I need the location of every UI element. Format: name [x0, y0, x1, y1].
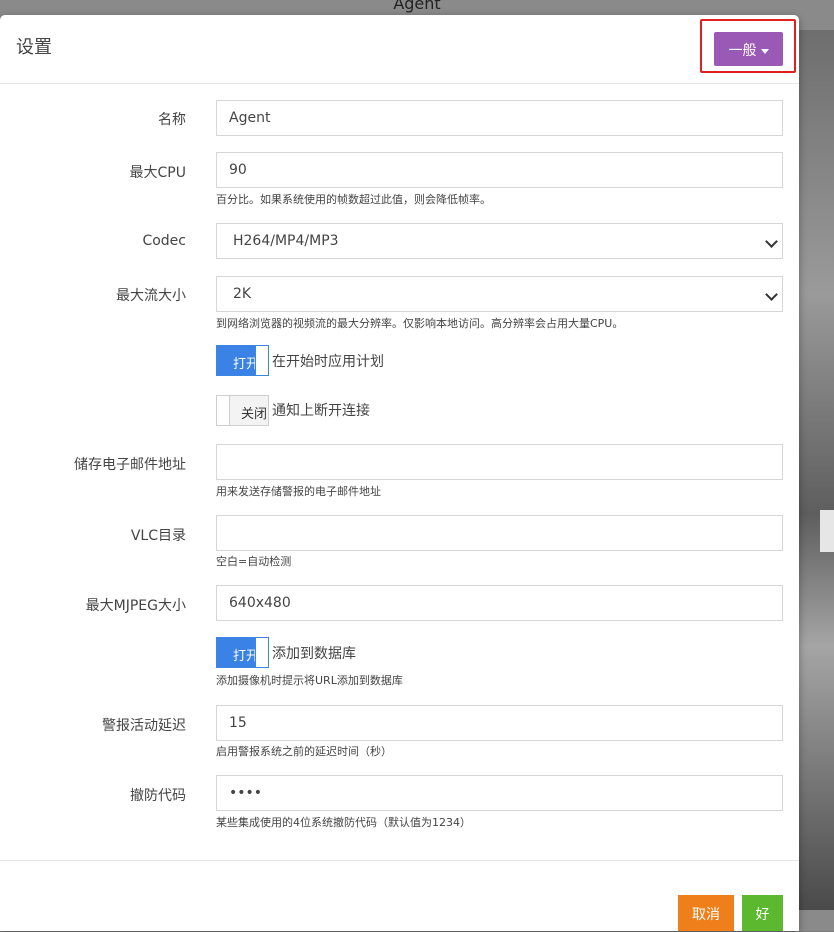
max-cpu-label: 最大CPU — [129, 165, 186, 181]
max-stream-help: 到网络浏览器的视频流的最大分辨率。仅影响本地访问。高分辨率会占用大量CPU。 — [216, 317, 624, 330]
add-to-db-help: 添加摄像机时提示将URL添加到数据库 — [216, 674, 403, 687]
dialog-header: 设置 一般 — [0, 15, 799, 84]
alert-delay-input[interactable]: 15 — [216, 705, 783, 741]
notify-disconnect-toggle[interactable]: 关闭 — [216, 395, 269, 426]
name-label: 名称 — [158, 112, 186, 128]
storage-email-help: 用来发送存储警报的电子邮件地址 — [216, 485, 381, 498]
add-to-db-toggle[interactable]: 打开 — [216, 637, 269, 668]
chevron-down-icon — [765, 288, 778, 301]
alert-delay-label: 警报活动延迟 — [102, 718, 186, 734]
max-cpu-input[interactable]: 90 — [216, 152, 783, 188]
disarm-code-label: 撤防代码 — [130, 788, 186, 804]
max-stream-label: 最大流大小 — [116, 288, 186, 304]
alert-delay-help: 启用警报系统之前的延迟时间（秒） — [216, 745, 392, 758]
dialog-title: 设置 — [16, 37, 52, 58]
max-cpu-help: 百分比。如果系统使用的帧数超过此值，则会降低帧率。 — [216, 193, 491, 206]
vlc-dir-label: VLC目录 — [130, 528, 186, 544]
storage-email-input[interactable] — [216, 444, 783, 480]
ok-button[interactable]: 好 — [742, 895, 783, 931]
add-to-db-label: 添加到数据库 — [272, 646, 356, 662]
notify-disconnect-toggle-state: 关闭 — [241, 407, 268, 422]
disarm-code-help: 某些集成使用的4位系统撤防代码（默认值为1234） — [216, 816, 471, 829]
apply-schedule-label: 在开始时应用计划 — [272, 354, 384, 370]
caret-down-icon — [760, 48, 769, 54]
notify-disconnect-label: 通知上断开连接 — [272, 403, 370, 419]
mode-dropdown-button[interactable]: 一般 — [714, 32, 783, 66]
max-mjpeg-label: 最大MJPEG大小 — [85, 598, 186, 614]
background-window-title: Agent — [393, 0, 441, 13]
max-stream-select-value: 2K — [233, 286, 252, 302]
vlc-dir-help: 空白=自动检测 — [216, 555, 292, 568]
codec-select[interactable]: H264/MP4/MP3 — [216, 223, 783, 259]
background-video-strip — [798, 30, 834, 910]
codec-label: Codec — [142, 233, 186, 249]
name-input[interactable]: Agent — [216, 100, 783, 136]
dialog-footer: 取消 好 — [0, 860, 799, 932]
settings-dialog: 设置 一般 名称 Agent 最大CPU 90 百分比。如果系统使用的帧数超过此… — [0, 15, 799, 931]
mode-dropdown-label: 一般 — [728, 42, 757, 58]
codec-select-value: H264/MP4/MP3 — [233, 233, 339, 249]
apply-schedule-toggle[interactable]: 打开 — [216, 345, 269, 376]
max-mjpeg-input[interactable]: 640x480 — [216, 585, 783, 621]
chevron-down-icon — [765, 235, 778, 248]
storage-email-label: 储存电子邮件地址 — [74, 457, 186, 473]
cancel-button[interactable]: 取消 — [678, 895, 734, 931]
max-stream-select[interactable]: 2K — [216, 276, 783, 312]
disarm-code-input[interactable]: •••• — [216, 775, 783, 811]
vlc-dir-input[interactable] — [216, 515, 783, 551]
